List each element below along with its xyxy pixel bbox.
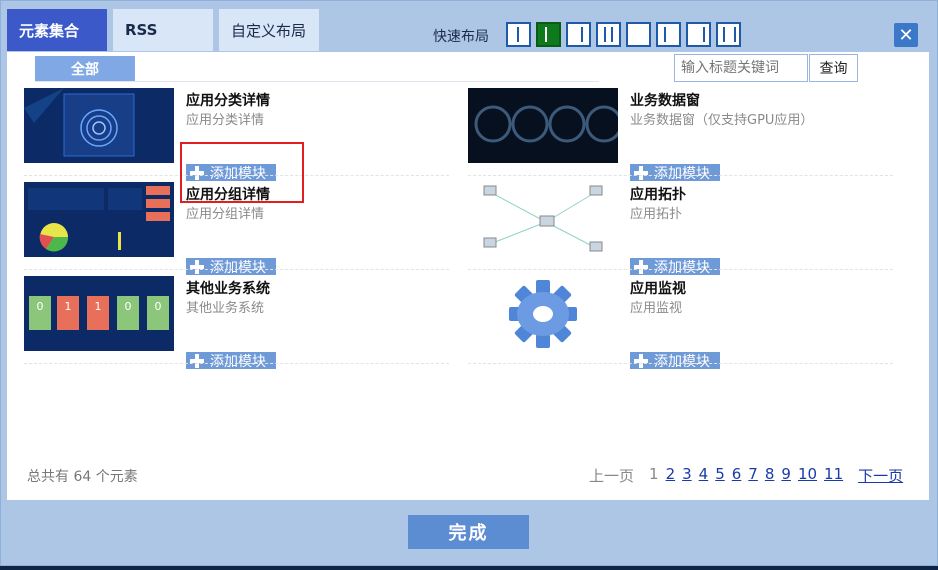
search-input[interactable] <box>674 54 808 82</box>
item-desc: 应用分类详情 <box>186 113 265 128</box>
item-desc: 应用拓扑 <box>630 207 683 222</box>
page-link[interactable]: 5 <box>715 465 725 486</box>
page-link[interactable]: 6 <box>732 465 742 486</box>
next-page[interactable]: 下一页 <box>858 465 903 486</box>
current-page: 1 <box>649 465 659 483</box>
add-module-button[interactable]: 添加模块 <box>630 352 720 369</box>
thumb-value: 1 <box>65 300 72 313</box>
divider <box>468 175 893 176</box>
divider <box>468 363 893 364</box>
layout-option[interactable] <box>506 22 531 47</box>
layout-option[interactable] <box>596 22 621 47</box>
pagination: 上一页 1 2 3 4 5 6 7 8 9 10 11 下一页 <box>589 465 903 486</box>
divider <box>468 269 893 270</box>
add-module-label: 添加模块 <box>210 353 266 370</box>
total-count: 总共有 64 个元素 <box>27 469 138 485</box>
item-title: 应用拓扑 <box>630 187 686 203</box>
thumbnail-app-group <box>24 182 174 257</box>
tab-elements[interactable]: 元素集合 <box>7 9 107 51</box>
prev-page[interactable]: 上一页 <box>589 465 634 486</box>
item-title: 应用分类详情 <box>186 93 270 109</box>
list-item: 应用拓扑 应用拓扑 添加模块 <box>468 182 893 275</box>
thumbnail-app-category <box>24 88 174 163</box>
add-module-button[interactable]: 添加模块 <box>630 258 720 275</box>
page-link[interactable]: 3 <box>682 465 692 486</box>
thumbnail-other-business: 0 1 1 0 0 <box>24 276 174 351</box>
thumbnail-app-topology <box>468 182 618 257</box>
tab-rss[interactable]: RSS <box>113 9 213 51</box>
list-item: 应用监视 应用监视 添加模块 <box>468 276 893 369</box>
add-module-label: 添加模块 <box>210 259 266 276</box>
add-module-button[interactable]: 添加模块 <box>186 258 276 275</box>
done-button[interactable]: 完成 <box>408 515 529 549</box>
subtab-all[interactable]: 全部 <box>35 56 135 82</box>
item-title: 业务数据窗 <box>630 93 700 109</box>
add-module-button[interactable]: 添加模块 <box>630 164 720 181</box>
item-title: 应用监视 <box>630 281 686 297</box>
divider <box>24 269 449 270</box>
plus-icon <box>190 259 204 274</box>
list-item: 业务数据窗 业务数据窗（仅支持GPU应用） 添加模块 <box>468 88 893 181</box>
thumb-value: 0 <box>155 300 162 313</box>
layout-option[interactable] <box>656 22 681 47</box>
layout-option[interactable] <box>716 22 741 47</box>
layout-option-selected[interactable] <box>536 22 561 47</box>
page-link[interactable]: 11 <box>824 465 843 486</box>
thumbnail-app-monitor <box>468 276 618 351</box>
page-link[interactable]: 8 <box>765 465 775 486</box>
item-desc: 应用分组详情 <box>186 207 265 222</box>
plus-icon <box>190 353 204 368</box>
quick-layout-label: 快速布局 <box>433 29 489 45</box>
item-desc: 其他业务系统 <box>186 301 265 316</box>
item-desc: 应用监视 <box>630 301 683 316</box>
page-link[interactable]: 4 <box>699 465 709 486</box>
list-item: 0 1 1 0 0 其他业务系统 其他业务系统 添加模块 <box>24 276 449 369</box>
add-module-button[interactable]: 添加模块 <box>186 352 276 369</box>
page-link[interactable]: 9 <box>781 465 791 486</box>
tab-bar: 元素集合 RSS 自定义布局 <box>7 9 319 51</box>
dialog: 元素集合 RSS 自定义布局 快速布局 ✕ 全部 查询 <box>0 0 938 566</box>
highlight-box <box>180 142 304 203</box>
thumb-value: 0 <box>125 300 132 313</box>
close-icon[interactable]: ✕ <box>894 23 918 47</box>
layout-options <box>506 22 741 47</box>
plus-icon <box>634 353 648 368</box>
search-button[interactable]: 查询 <box>809 54 858 82</box>
add-module-label: 添加模块 <box>654 165 710 182</box>
item-title: 其他业务系统 <box>186 281 270 297</box>
thumbnail-business-data <box>468 88 618 163</box>
thumb-value: 0 <box>37 300 44 313</box>
add-module-label: 添加模块 <box>654 259 710 276</box>
subtab-divider <box>35 81 599 82</box>
content-panel: 全部 查询 应用分类详情 应用分类详情 添加模块 <box>7 52 929 500</box>
page-link[interactable]: 7 <box>748 465 758 486</box>
tab-custom-layout[interactable]: 自定义布局 <box>219 9 319 51</box>
layout-option[interactable] <box>686 22 711 47</box>
page-link[interactable]: 2 <box>666 465 676 486</box>
item-desc: 业务数据窗（仅支持GPU应用） <box>630 113 814 128</box>
page-link[interactable]: 10 <box>798 465 817 486</box>
gear-icon <box>468 276 618 351</box>
plus-icon <box>634 259 648 274</box>
layout-option[interactable] <box>566 22 591 47</box>
add-module-label: 添加模块 <box>654 353 710 370</box>
layout-option[interactable] <box>626 22 651 47</box>
plus-icon <box>634 165 648 180</box>
thumb-value: 1 <box>95 300 102 313</box>
divider <box>24 363 449 364</box>
